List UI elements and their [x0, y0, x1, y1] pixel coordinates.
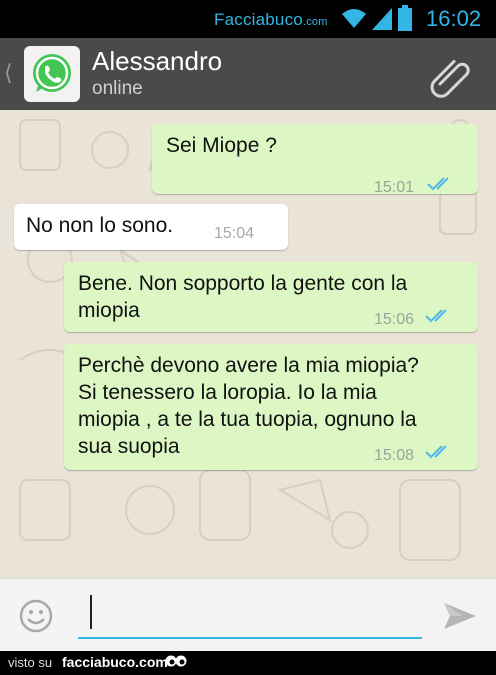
message-text: Perchè devono avere la mia miopia? Si te…	[78, 352, 419, 460]
message-text: No non lo sono.	[26, 214, 174, 237]
message-input[interactable]	[78, 591, 422, 639]
message-time: 15:08	[374, 447, 415, 464]
footer-prefix: visto su	[8, 655, 53, 670]
message-bubble[interactable]: Bene. Non sopporto la gente con la miopi…	[64, 262, 478, 332]
battery-icon	[398, 5, 412, 31]
composer-bar	[0, 578, 496, 652]
read-ticks-icon	[427, 177, 449, 191]
send-icon[interactable]	[442, 601, 478, 631]
status-watermark: Facciabuco.com	[214, 10, 328, 29]
message-line: miopia , a te la tua tuopia, ognuno la	[78, 408, 417, 431]
status-clock: 16:02	[426, 6, 482, 31]
emoji-icon[interactable]	[18, 598, 54, 634]
read-ticks-icon	[425, 445, 447, 459]
contact-name[interactable]: Alessandro	[92, 46, 222, 77]
attach-icon[interactable]	[430, 54, 476, 100]
message-time: 15:06	[374, 311, 415, 328]
message-bubble[interactable]: Sei Miope ? 15:01	[152, 124, 478, 196]
back-icon[interactable]: ⟨	[4, 60, 13, 86]
message-bubble[interactable]: Perchè devono avere la mia miopia? Si te…	[64, 344, 478, 470]
text-cursor	[90, 595, 92, 629]
read-ticks-icon	[425, 309, 447, 323]
whatsapp-icon[interactable]	[24, 46, 80, 102]
message-time: 15:01	[374, 179, 415, 196]
message-line: sua suopia	[78, 435, 180, 458]
status-bar: Facciabuco.com 16:02	[0, 0, 496, 38]
signal-icon	[372, 8, 392, 30]
message-bubble[interactable]: No non lo sono. 15:04	[14, 204, 288, 250]
message-text: Bene. Non sopporto la gente con la miopi…	[78, 270, 407, 324]
chat-header: ⟨ Alessandro online	[0, 38, 496, 112]
message-time: 15:04	[214, 225, 255, 242]
conversation-area[interactable]: Sei Miope ? 15:01 No non lo sono. 15:04 …	[0, 110, 496, 578]
message-text: Sei Miope ?	[166, 134, 277, 157]
eyes-logo-icon	[165, 655, 187, 667]
message-line: Bene. Non sopporto la gente con la	[78, 272, 408, 295]
wifi-icon	[342, 9, 366, 28]
message-line: Si tenessero la loropia. Io la mia	[78, 381, 377, 404]
message-line: miopia	[78, 299, 140, 322]
watermark-footer: visto su facciabuco.com	[0, 651, 496, 675]
footer-site: facciabuco.com	[62, 654, 168, 670]
contact-status: online	[92, 78, 143, 99]
message-line: Perchè devono avere la mia miopia?	[78, 354, 419, 377]
